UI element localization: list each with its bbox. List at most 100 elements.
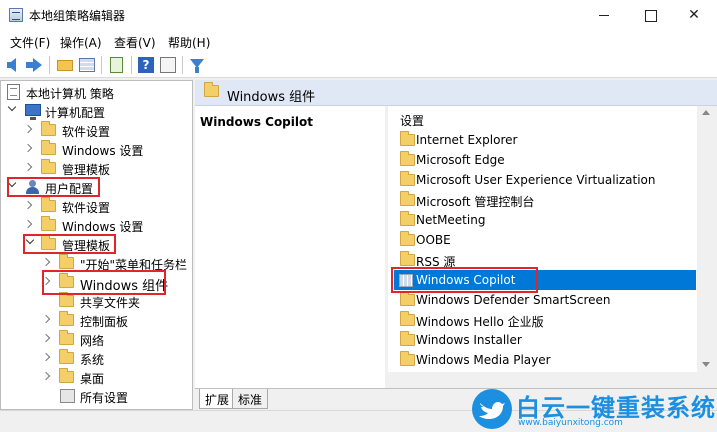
details-header-title: Windows 组件 — [227, 90, 316, 105]
chevron-right-icon[interactable] — [23, 219, 33, 229]
list-item[interactable]: Microsoft 管理控制台 — [394, 190, 696, 210]
settings-list[interactable]: 设置 Internet Explorer Microsoft Edge Micr… — [388, 106, 697, 372]
list-item[interactable]: Windows Defender SmartScreen — [394, 290, 696, 310]
tab-standard[interactable]: 标准 — [232, 389, 269, 409]
vertical-scrollbar[interactable] — [697, 106, 714, 372]
computer-icon — [25, 104, 41, 120]
tree-item-network[interactable]: 网络 — [5, 330, 190, 349]
scroll-down-icon[interactable] — [702, 362, 710, 367]
list-item[interactable]: Microsoft Edge — [394, 150, 696, 170]
scroll-up-icon[interactable] — [702, 110, 710, 115]
filter-icon — [190, 59, 204, 73]
tree-label: Windows 设置 — [62, 220, 144, 234]
help-icon: ? — [138, 57, 154, 73]
console-tree-icon — [79, 58, 95, 72]
chevron-right-icon[interactable] — [23, 143, 33, 153]
list-item[interactable]: Internet Explorer — [394, 130, 696, 150]
tree-item-system[interactable]: 系统 — [5, 349, 190, 368]
tab-extended[interactable]: 扩展 — [199, 389, 236, 409]
tree-item-cc-windows[interactable]: Windows 设置 — [5, 140, 190, 159]
tree-label: 控制面板 — [80, 315, 129, 329]
maximize-button[interactable] — [627, 0, 673, 30]
list-item-label: Microsoft User Experience Virtualization — [416, 173, 656, 187]
tree-label: 本地计算机 策略 — [26, 87, 114, 101]
menu-file[interactable]: 文件(F) — [10, 34, 50, 51]
help-button[interactable]: ? — [137, 56, 155, 74]
list-item[interactable]: OOBE — [394, 230, 696, 250]
bird-logo-icon — [472, 389, 512, 429]
chevron-right-icon[interactable] — [41, 314, 51, 324]
list-item-label: Windows Media Player — [416, 353, 551, 367]
chevron-right-icon[interactable] — [41, 257, 51, 267]
folder-icon — [41, 197, 56, 212]
highlight-windows-copilot — [391, 267, 538, 293]
menu-help[interactable]: 帮助(H) — [168, 34, 210, 51]
list-item[interactable]: Microsoft User Experience Virtualization — [394, 170, 696, 190]
tree-item-uc-windows[interactable]: Windows 设置 — [5, 216, 190, 235]
list-item-label: OOBE — [416, 233, 451, 247]
tree-label: 管理模板 — [62, 163, 111, 177]
menu-view[interactable]: 查看(V) — [114, 34, 156, 51]
chevron-right-icon[interactable] — [41, 333, 51, 343]
policy-editor-icon — [9, 8, 23, 22]
filter-button[interactable] — [188, 56, 206, 74]
chevron-right-icon[interactable] — [23, 162, 33, 172]
tree-label: 计算机配置 — [45, 106, 106, 120]
folder-icon — [59, 311, 74, 326]
folder-icon — [400, 251, 415, 266]
tree-label: 软件设置 — [62, 125, 111, 139]
folder-icon — [59, 254, 74, 269]
tree-item-cc-admin[interactable]: 管理模板 — [5, 159, 190, 178]
watermark-logo: 白云一键重装系统 www.baiyunxitong.com — [472, 386, 717, 432]
folder-icon — [400, 131, 415, 146]
list-item-label: Microsoft 管理控制台 — [416, 195, 535, 209]
chevron-down-icon[interactable] — [7, 102, 17, 112]
console-tree[interactable]: 本地计算机 策略 计算机配置 软件设置 Windows 设置 管理模板 用户配置… — [0, 80, 193, 410]
list-item[interactable]: NetMeeting — [394, 210, 696, 230]
list-item-label: Internet Explorer — [416, 133, 518, 147]
export-list-button[interactable] — [108, 56, 126, 74]
properties-button[interactable] — [159, 56, 177, 74]
folder-icon — [59, 330, 74, 345]
column-header-settings[interactable]: 设置 — [400, 112, 424, 129]
tree-label: Windows 设置 — [62, 144, 144, 158]
chevron-right-icon[interactable] — [41, 371, 51, 381]
back-arrow-icon — [7, 58, 16, 72]
tree-item-desktop[interactable]: 桌面 — [5, 368, 190, 387]
tree-item-computer-config[interactable]: 计算机配置 — [5, 102, 190, 121]
forward-button[interactable] — [26, 56, 44, 74]
title-bar: 本地组策略编辑器 ✕ — [0, 0, 717, 30]
chevron-right-icon[interactable] — [23, 200, 33, 210]
folder-icon — [59, 292, 74, 307]
minimize-button[interactable] — [581, 0, 627, 30]
list-item[interactable]: Windows Installer — [394, 330, 696, 350]
folder-icon — [204, 82, 219, 97]
tree-item-control-panel[interactable]: 控制面板 — [5, 311, 190, 330]
tree-label: 系统 — [80, 353, 105, 367]
tree-label: 软件设置 — [62, 201, 111, 215]
tree-item-all-settings[interactable]: 所有设置 — [5, 387, 190, 406]
up-folder-button[interactable] — [56, 56, 74, 74]
list-item[interactable]: Windows Hello 企业版 — [394, 310, 696, 330]
list-item-label: Windows Defender SmartScreen — [416, 293, 611, 307]
details-header: Windows 组件 — [195, 80, 717, 106]
show-hide-tree-button[interactable] — [78, 56, 96, 74]
folder-icon — [400, 151, 415, 166]
back-button[interactable] — [5, 56, 23, 74]
chevron-right-icon[interactable] — [23, 124, 33, 134]
tree-item-cc-software[interactable]: 软件设置 — [5, 121, 190, 140]
tree-item-uc-software[interactable]: 软件设置 — [5, 197, 190, 216]
folder-icon — [41, 216, 56, 231]
list-item-label: Windows Hello 企业版 — [416, 315, 544, 329]
menu-action[interactable]: 操作(A) — [60, 34, 102, 51]
list-item[interactable]: Windows Media Player — [394, 350, 696, 370]
description-title: Windows Copilot — [200, 115, 313, 129]
chevron-right-icon[interactable] — [41, 352, 51, 362]
tree-item-root[interactable]: 本地计算机 策略 — [5, 83, 190, 102]
menu-bar: 文件(F) 操作(A) 查看(V) 帮助(H) — [0, 30, 717, 52]
folder-icon — [400, 351, 415, 366]
folder-icon — [41, 140, 56, 155]
policy-document-icon — [7, 84, 20, 100]
close-button[interactable]: ✕ — [671, 0, 717, 30]
window-title: 本地组策略编辑器 — [29, 9, 126, 23]
